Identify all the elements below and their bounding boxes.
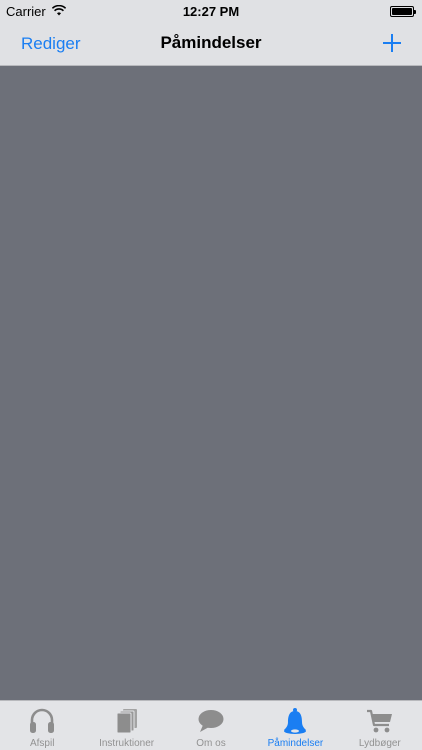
tab-label: Instruktioner (99, 738, 155, 749)
tab-om-os[interactable]: Om os (169, 701, 253, 750)
status-time: 12:27 PM (182, 4, 240, 19)
tab-label: Afspil (29, 738, 55, 749)
headphones-icon (30, 708, 55, 733)
battery-icon (390, 6, 416, 17)
tab-label: Påmindelser (267, 738, 324, 749)
speech-bubble-icon (198, 710, 224, 732)
bell-icon (284, 708, 307, 734)
tab-label: Lydbøger (358, 738, 401, 749)
tab-label: Om os (196, 738, 226, 749)
plus-icon[interactable] (378, 29, 406, 57)
cart-icon (366, 709, 392, 733)
documents-icon (116, 709, 137, 734)
tab-afspil[interactable]: Afspil (0, 701, 84, 750)
tab-lydboger[interactable]: Lydbøger (338, 701, 422, 750)
tab-pamindelser[interactable]: Påmindelser (253, 701, 337, 750)
tab-bar: Afspil Instruktioner Om os Påmindelser L… (0, 700, 422, 750)
navigation-bar: Rediger Påmindelser (0, 22, 422, 66)
reminders-list (0, 66, 422, 700)
page-title: Påmindelser (160, 33, 262, 52)
status-bar: Carrier 12:27 PM (0, 0, 422, 22)
tab-instruktioner[interactable]: Instruktioner (84, 701, 168, 750)
